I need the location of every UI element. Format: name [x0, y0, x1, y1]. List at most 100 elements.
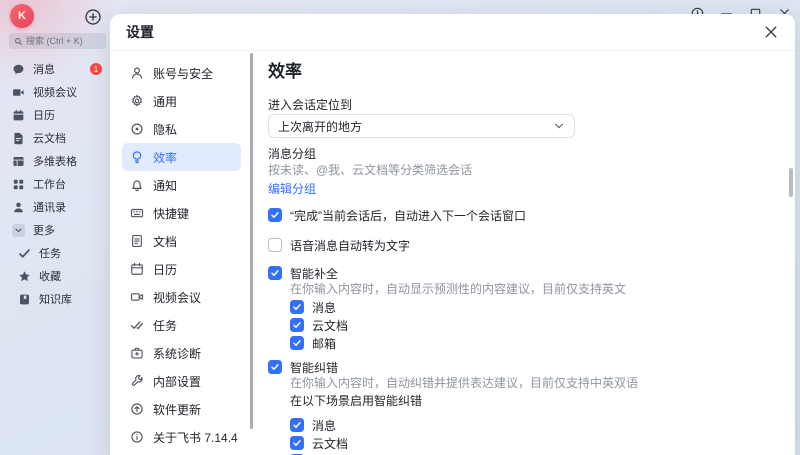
checkbox-label: 云文档 — [312, 317, 348, 334]
dialog-close-icon[interactable] — [763, 24, 779, 40]
settings-nav-label: 任务 — [153, 317, 177, 334]
sidebar-item-calendar[interactable]: 日历 — [6, 104, 106, 126]
autocomplete-desc: 在你输入内容时，自动显示预测性的内容建议，目前仅支持英文 — [268, 281, 769, 297]
efficiency-pane: 效率 进入会话定位到 上次离开的地方 消息分组 按未读、@我、云文档等分类筛选会… — [251, 51, 795, 455]
ac-mail-checkbox[interactable] — [290, 336, 304, 350]
sidebar-item-contacts[interactable]: 通讯录 — [6, 196, 106, 218]
autocorrect-desc: 在你输入内容时，自动纠错并提供表达建议，目前仅支持中英双语 — [268, 375, 769, 391]
checkbox-label: 邮箱 — [312, 335, 336, 352]
settings-nav-label: 软件更新 — [153, 401, 201, 418]
checkbox-row-ac-docs: 云文档 — [290, 317, 769, 333]
sidebar-item-docs[interactable]: 云文档 — [6, 127, 106, 149]
sidebar-item-label: 多维表格 — [33, 153, 77, 169]
checkbox-row-ac-mail: 邮箱 — [290, 335, 769, 351]
lightbulb-icon — [130, 150, 144, 164]
settings-dialog: 设置 账号与安全 通用 隐私 效率 — [110, 14, 795, 455]
star-icon — [18, 270, 31, 283]
checkbox-row-voice-to-text: 语音消息自动转为文字 — [268, 237, 769, 253]
locate-select[interactable]: 上次离开的地方 — [268, 114, 575, 138]
settings-nav-label: 系统诊断 — [153, 345, 201, 362]
settings-nav-about[interactable]: 关于飞书 7.14.4 — [122, 423, 241, 451]
autocorrect-scenes-label: 在以下场景启用智能纠错 — [290, 393, 769, 409]
checkbox-label: 智能补全 — [290, 265, 338, 282]
base-table-icon — [12, 155, 25, 168]
settings-nav: 账号与安全 通用 隐私 效率 通知 快捷键 — [110, 51, 251, 455]
document-icon — [130, 234, 144, 248]
calendar-icon — [130, 262, 144, 276]
checkbox-row-autocomplete: 智能补全 — [268, 265, 769, 281]
settings-nav-tasks[interactable]: 任务 — [122, 311, 241, 339]
settings-nav-notifications[interactable]: 通知 — [122, 171, 241, 199]
info-icon — [130, 430, 144, 444]
locate-select-value: 上次离开的地方 — [278, 118, 362, 135]
sidebar-item-label: 更多 — [33, 222, 55, 238]
gear-icon — [130, 94, 144, 108]
sidebar-item-tasks[interactable]: 任务 — [6, 242, 106, 264]
sidebar-item-label: 通讯录 — [33, 199, 66, 215]
wrench-icon — [130, 374, 144, 388]
checkbox-row-acr-docs: 云文档 — [290, 435, 769, 451]
nav-scrollbar[interactable] — [250, 53, 253, 429]
settings-nav-label: 账号与安全 — [153, 65, 213, 82]
search-box[interactable] — [9, 33, 106, 49]
checkbox-label: 消息 — [312, 417, 336, 434]
checkbox-row-autocorrect: 智能纠错 — [268, 359, 769, 375]
groups-title: 消息分组 — [268, 146, 769, 162]
search-input[interactable] — [26, 36, 101, 46]
settings-nav-internal[interactable]: 内部设置 — [122, 367, 241, 395]
workplace-icon — [12, 178, 25, 191]
ac-docs-checkbox[interactable] — [290, 318, 304, 332]
settings-nav-docs[interactable]: 文档 — [122, 227, 241, 255]
settings-nav-efficiency[interactable]: 效率 — [122, 143, 241, 171]
voice-to-text-checkbox[interactable] — [268, 238, 282, 252]
checkbox-label: “完成”当前会话后，自动进入下一个会话窗口 — [290, 207, 526, 224]
autocomplete-checkbox[interactable] — [268, 266, 282, 280]
sidebar-item-label: 任务 — [39, 245, 61, 261]
sidebar-item-label: 消息 — [33, 61, 55, 77]
autocorrect-checkbox[interactable] — [268, 360, 282, 374]
ac-messages-checkbox[interactable] — [290, 300, 304, 314]
done-next-checkbox[interactable] — [268, 208, 282, 222]
settings-nav-label: 内部设置 — [153, 373, 201, 390]
checkbox-label: 智能纠错 — [290, 359, 338, 376]
sidebar-item-label: 工作台 — [33, 176, 66, 192]
settings-nav-label: 快捷键 — [153, 205, 189, 222]
sidebar-item-label: 日历 — [33, 107, 55, 123]
sidebar-item-messages[interactable]: 消息 1 — [6, 58, 106, 80]
settings-nav-label: 通知 — [153, 177, 177, 194]
sidebar-item-workplace[interactable]: 工作台 — [6, 173, 106, 195]
content-scrollbar[interactable] — [789, 168, 793, 197]
dialog-header: 设置 — [110, 14, 795, 51]
sidebar-item-favorites[interactable]: 收藏 — [6, 265, 106, 287]
edit-groups-link[interactable]: 编辑分组 — [268, 181, 316, 197]
app-nav: 消息 1 视频会议 日历 云文档 多维表格 工作台 通讯录 更多 — [6, 58, 106, 311]
sidebar-item-more[interactable]: 更多 — [6, 219, 106, 241]
sidebar-item-base[interactable]: 多维表格 — [6, 150, 106, 172]
settings-nav-account[interactable]: 账号与安全 — [122, 59, 241, 87]
contacts-icon — [12, 201, 25, 214]
sidebar-item-wiki[interactable]: 知识库 — [6, 288, 106, 310]
app-sidebar: 消息 1 视频会议 日历 云文档 多维表格 工作台 通讯录 更多 — [0, 0, 110, 455]
privacy-target-icon — [130, 122, 144, 136]
settings-nav-privacy[interactable]: 隐私 — [122, 115, 241, 143]
docs-icon — [12, 132, 25, 145]
acr-docs-checkbox[interactable] — [290, 436, 304, 450]
checkbox-row-acr-messages: 消息 — [290, 417, 769, 433]
settings-nav-label: 视频会议 — [153, 289, 201, 306]
settings-nav-general[interactable]: 通用 — [122, 87, 241, 115]
settings-nav-updates[interactable]: 软件更新 — [122, 395, 241, 423]
checkbox-row-ac-messages: 消息 — [290, 299, 769, 315]
settings-nav-label: 效率 — [153, 149, 177, 166]
user-icon — [130, 66, 144, 80]
acr-messages-checkbox[interactable] — [290, 418, 304, 432]
settings-nav-calendar[interactable]: 日历 — [122, 255, 241, 283]
search-icon — [14, 37, 23, 46]
settings-nav-shortcuts[interactable]: 快捷键 — [122, 199, 241, 227]
chevron-down-icon — [553, 120, 565, 132]
settings-nav-meetings[interactable]: 视频会议 — [122, 283, 241, 311]
sidebar-item-label: 云文档 — [33, 130, 66, 146]
page-title: 效率 — [268, 62, 769, 82]
sidebar-item-meetings[interactable]: 视频会议 — [6, 81, 106, 103]
bell-icon — [130, 178, 144, 192]
settings-nav-diagnostics[interactable]: 系统诊断 — [122, 339, 241, 367]
